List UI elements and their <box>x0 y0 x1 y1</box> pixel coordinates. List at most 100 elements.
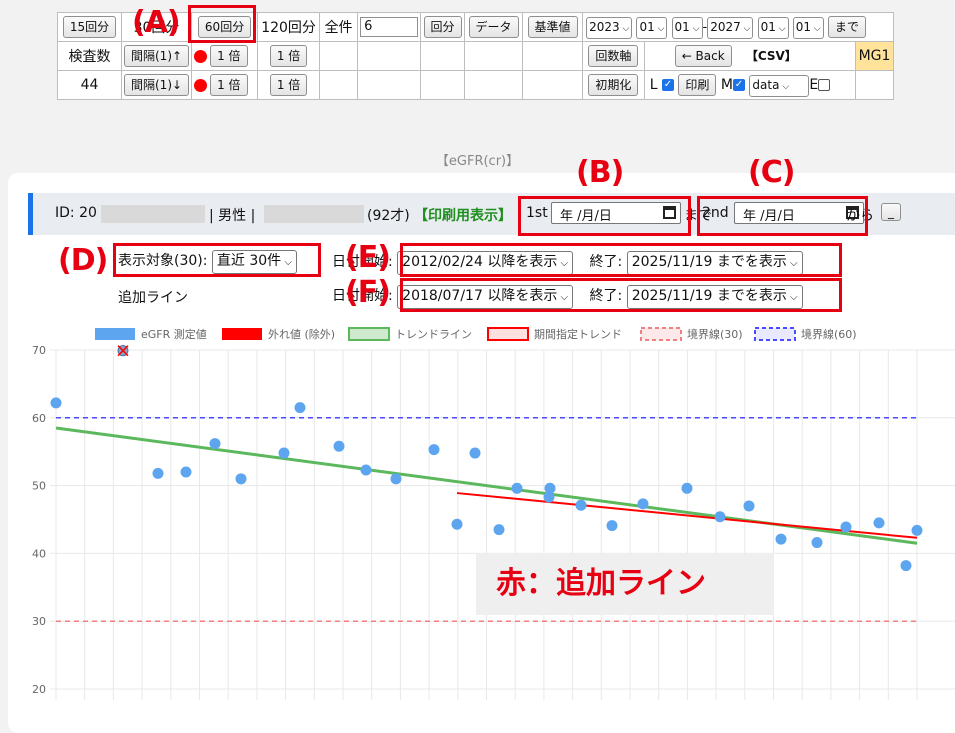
target-select[interactable]: 直近 30件 <box>211 250 297 274</box>
start-select-2[interactable]: 2018/07/17 以降を表示 <box>397 285 574 309</box>
egfr-chart: 70 60 50 40 30 20 eGFR 測定値 外れ値 (除外) トレンドライン 期間指定ト… <box>32 327 955 700</box>
end-month-select[interactable]: 01 <box>757 16 789 39</box>
egfr-point <box>50 397 62 409</box>
y-tick-label: 70 <box>32 344 46 357</box>
btn-init[interactable]: 初期化 <box>588 74 639 96</box>
annotation-c: (C) <box>748 155 795 190</box>
egfr-point <box>493 524 505 536</box>
start-day-select[interactable]: 01 <box>671 16 703 39</box>
egfr-point <box>775 533 787 545</box>
annotation-e: (E) <box>345 240 391 275</box>
mg1-label[interactable]: MG1 <box>855 41 894 71</box>
end-select-1[interactable]: 2025/11/19 までを表示 <box>626 251 803 275</box>
patient-id: ID: 20 <box>55 205 97 221</box>
btn-15-times[interactable]: 15回分 <box>62 16 117 38</box>
l-checkbox[interactable]: ✓ <box>661 78 674 91</box>
egfr-point <box>606 520 618 532</box>
patient-sex: | 男性 | <box>209 208 256 224</box>
legend-label: 境界線(30) <box>687 327 743 341</box>
patient-age: (92才) <box>367 208 410 224</box>
end-select-2[interactable]: 2025/11/19 までを表示 <box>626 285 803 309</box>
legend-swatch <box>754 327 796 341</box>
egfr-point <box>511 482 523 494</box>
btn-data[interactable]: データ <box>468 16 519 38</box>
l-label: L <box>649 76 658 93</box>
btn-kijunchi[interactable]: 基準値 <box>527 16 578 38</box>
btn-kaisuujiku[interactable]: 回数軸 <box>588 45 639 67</box>
btn-1x-d[interactable]: 1 倍 <box>269 74 308 96</box>
underscore-button[interactable]: _ <box>881 203 901 221</box>
annotation-b: (B) <box>576 155 624 190</box>
egfr-point <box>714 511 726 523</box>
y-tick-label: 20 <box>32 683 46 696</box>
control-table: 15回分 30回分 60回分 120回分 全件 6 回分 データ 基準値 202… <box>57 12 894 100</box>
e-checkbox[interactable] <box>818 78 831 91</box>
egfr-point <box>180 466 192 478</box>
egfr-title: 【eGFR(cr)】 <box>435 154 520 169</box>
btn-1x-a[interactable]: 1 倍 <box>210 45 248 67</box>
y-tick-label: 40 <box>32 547 46 560</box>
csv-link[interactable]: 【CSV】 <box>746 49 797 63</box>
data-select[interactable]: data <box>749 74 810 97</box>
legend-label: 外れ値 (除外) <box>268 327 335 341</box>
y-tick-label: 60 <box>32 412 46 425</box>
legend-swatch <box>95 328 135 340</box>
btn-interval-up[interactable]: 間隔(1)↑ <box>124 45 190 67</box>
print-view-link[interactable]: 【印刷用表示】 <box>414 205 512 225</box>
egfr-point <box>637 498 649 510</box>
egfr-point <box>235 473 247 485</box>
btn-interval-down[interactable]: 間隔(1)↓ <box>124 74 190 96</box>
target-label: 表示対象(30): <box>118 253 208 269</box>
btn-back[interactable]: ← Back <box>674 45 732 67</box>
name-mask <box>264 205 364 223</box>
egfr-point <box>575 499 587 511</box>
count-input[interactable]: 6 <box>360 17 419 37</box>
annotation-f: (F) <box>345 275 391 310</box>
egfr-point <box>209 438 221 450</box>
annotation-d: (D) <box>58 243 108 278</box>
start-year-select[interactable]: 2023 <box>586 16 633 39</box>
egfr-point <box>840 521 852 533</box>
end-year-select[interactable]: 2027 <box>707 16 754 39</box>
second-label: 2nd <box>702 205 729 221</box>
btn-1x-b[interactable]: 1 倍 <box>269 45 308 67</box>
date-row-1: 日付開始: 2012/02/24 以降を表示 終了: 2025/11/19 まで… <box>332 251 803 275</box>
calendar-icon <box>663 206 676 219</box>
start-select-1[interactable]: 2012/02/24 以降を表示 <box>397 251 574 275</box>
text-120-times[interactable]: 120回分 <box>257 12 321 42</box>
egfr-point <box>544 482 556 494</box>
legend-swatch <box>348 327 390 341</box>
text-all[interactable]: 全件 <box>319 12 359 42</box>
annotation-a: (A) <box>132 5 181 40</box>
egfr-point <box>152 467 164 479</box>
start-month-select[interactable]: 01 <box>636 16 668 39</box>
egfr-point <box>360 464 372 476</box>
btn-made[interactable]: まで <box>827 15 866 38</box>
end-label-2: 終了: <box>589 288 623 304</box>
second-date-input[interactable]: 年 /月/日 <box>734 202 864 224</box>
target-row: 表示対象(30): 直近 30件 <box>118 250 297 274</box>
m-label: M <box>720 76 733 93</box>
m-checkbox[interactable]: ✓ <box>732 78 745 91</box>
btn-kaibun[interactable]: 回分 <box>423 16 462 38</box>
egfr-point <box>428 444 440 456</box>
second-kara-label: から <box>846 208 874 224</box>
first-label: 1st <box>526 205 548 221</box>
btn-1x-c[interactable]: 1 倍 <box>210 74 248 96</box>
end-day-select[interactable]: 01 <box>792 16 824 39</box>
first-date-input[interactable]: 年 /月/日 <box>551 202 681 224</box>
egfr-point <box>294 402 306 414</box>
patient-id-bar: ID: 20 | 男性 | (92才) 【印刷用表示】 1st 年 /月/日 ま… <box>28 193 955 235</box>
kensa-label: 検査数 <box>57 41 122 71</box>
legend-swatch <box>487 327 529 341</box>
legend-label: 境界線(60) <box>801 327 857 341</box>
legend-label: eGFR 測定値 <box>141 327 207 341</box>
extra-line-label: 追加ライン <box>118 290 188 306</box>
btn-print[interactable]: 印刷 <box>678 73 717 96</box>
egfr-point <box>333 440 345 452</box>
e-label: E <box>809 76 819 93</box>
egfr-point <box>278 447 290 459</box>
y-tick-label: 30 <box>32 615 46 628</box>
btn-60-times[interactable]: 60回分 <box>197 16 252 38</box>
egfr-point <box>811 537 823 549</box>
